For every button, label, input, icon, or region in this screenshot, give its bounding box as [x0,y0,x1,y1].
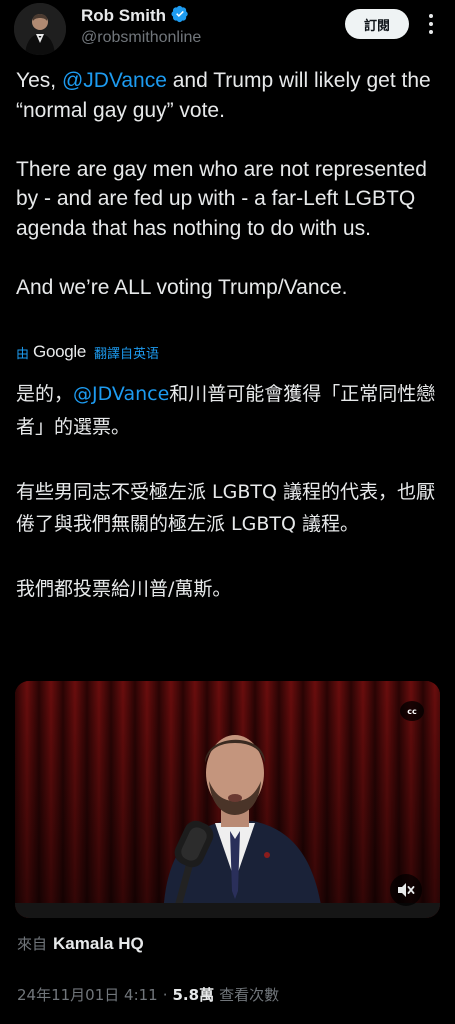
author-avatar[interactable] [14,3,66,55]
author-display-name[interactable]: Rob Smith [81,6,166,26]
tweet-text-line1-pre: Yes, [16,69,62,92]
source-account-name[interactable]: Kamala HQ [53,934,144,954]
subscribe-button[interactable]: 訂閱 [345,9,409,39]
more-dot [429,30,433,34]
video-player[interactable]: cc [15,681,440,918]
tweet-text-paragraph-2: There are gay men who are not represente… [16,157,433,240]
meta-separator: · [162,986,168,1004]
volume-mute-icon[interactable] [390,874,422,906]
views-count: 5.8萬 [172,986,215,1004]
author-name-row: Rob Smith [81,5,189,27]
tweet-metadata: 24年11月01日 4:11 · 5.8萬 查看次數 [17,984,279,1005]
translated-tweet-text: 是的，@JDVance和川普可能會獲得「正常同性戀者」的選票。 有些男同志不受極… [16,378,441,606]
tweet-text: Yes, @JDVance and Trump will likely get … [16,66,446,302]
google-logo: Google [33,342,87,361]
tweet-header: Rob Smith @robsmithonline 訂閱 [0,0,455,60]
timestamp[interactable]: 24年11月01日 4:11 [17,984,158,1005]
avatar-image [14,3,66,55]
tweet-text-paragraph-3: And we’re ALL voting Trump/Vance. [16,275,348,299]
closed-captions-icon[interactable]: cc [400,701,424,721]
translated-paragraph-2: 有些男同志不受極左派 LGBTQ 議程的代表，也厭倦了與我們無關的極左派 LGB… [16,480,435,536]
translated-by-label: 由 [16,346,30,362]
more-dot [429,22,433,26]
source-prefix: 來自 [17,935,48,953]
views-label: 查看次數 [219,986,280,1004]
media-source: 來自 Kamala HQ [17,933,144,954]
translated-from-label[interactable]: 翻譯自英语 [94,343,159,362]
video-frame [15,681,440,918]
translated-line1-pre: 是的， [16,383,74,405]
verified-badge-icon [171,5,189,27]
more-dot [429,14,433,18]
mention-link[interactable]: @JDVance [62,69,167,92]
translated-mention-link[interactable]: @JDVance [73,383,169,405]
translated-paragraph-3: 我們都投票給川普/萬斯。 [16,578,232,600]
more-icon[interactable] [420,12,442,36]
author-handle[interactable]: @robsmithonline [81,29,201,47]
translation-attribution: 由 Google 翻譯自英语 [16,342,159,362]
